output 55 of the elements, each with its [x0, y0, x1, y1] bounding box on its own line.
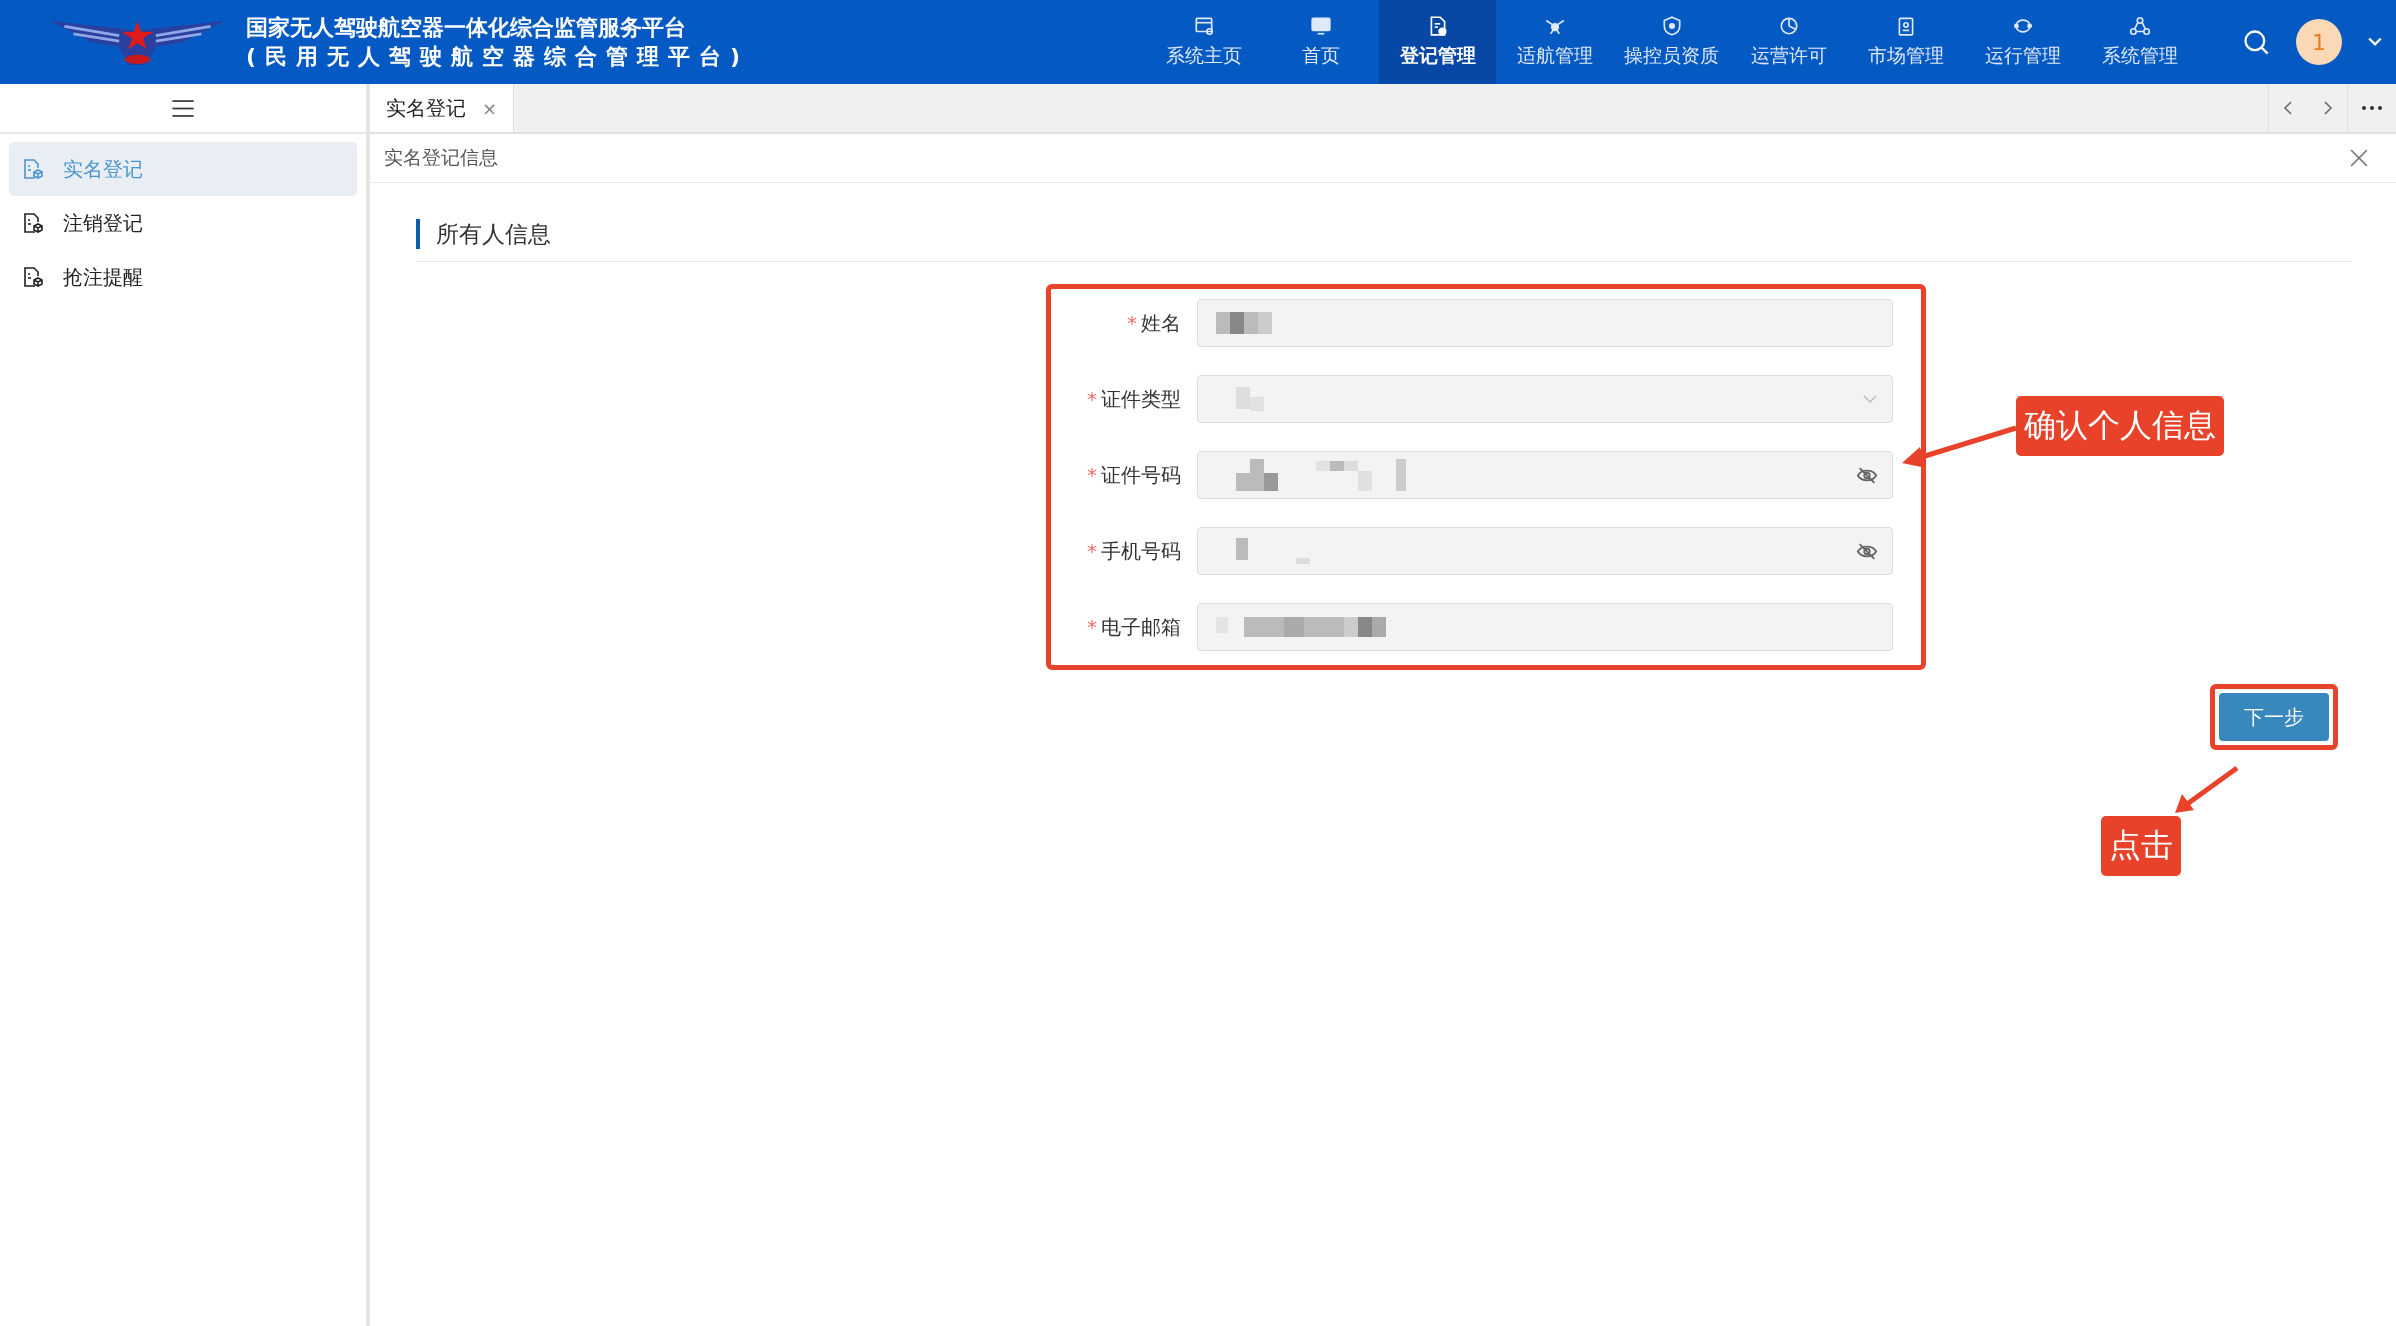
field-label: 手机号码 [1101, 537, 1181, 565]
nav-tab[interactable]: 运营许可 [1730, 0, 1847, 84]
sidebar-item[interactable]: 注销登记 [9, 196, 357, 250]
required-mark: * [1087, 387, 1097, 411]
chevron-left-icon[interactable] [2283, 100, 2293, 116]
platform-subtitle: (民用无人驾驶航空器综合管理平台) [246, 43, 750, 71]
input-field[interactable] [1197, 451, 1893, 499]
close-icon[interactable] [2350, 149, 2368, 167]
input-field[interactable] [1197, 527, 1893, 575]
required-mark: * [1087, 463, 1097, 487]
section-title: 所有人信息 [416, 219, 551, 249]
nav-tab[interactable]: 市场管理 [1847, 0, 1964, 84]
nav-tab[interactable]: 运行管理 [1964, 0, 2081, 84]
field-label: 姓名 [1141, 309, 1181, 337]
next-button[interactable]: 下一步 [2219, 693, 2329, 741]
document-box-icon [21, 211, 45, 235]
shield-icon [1660, 15, 1683, 37]
panel-title: 实名登记信息 [384, 145, 498, 170]
menu-icon[interactable] [172, 99, 194, 117]
nav-tab[interactable]: 登记管理 [1379, 0, 1496, 84]
caret-icon[interactable] [2368, 37, 2382, 47]
nav-tab[interactable]: 操控员资质 [1613, 0, 1730, 84]
nav-tab[interactable]: 系统主页 [1145, 0, 1262, 84]
search-icon[interactable] [2242, 28, 2270, 56]
nav-tab[interactable]: 系统管理 [2081, 0, 2198, 84]
window-icon [1192, 15, 1215, 37]
required-mark: * [1087, 539, 1097, 563]
nav-tab[interactable]: 首页 [1262, 0, 1379, 84]
more-icon[interactable] [2362, 106, 2382, 110]
sidebar-item[interactable]: 实名登记 [9, 142, 357, 196]
page-tab[interactable]: 实名登记 × [370, 84, 515, 132]
callout-label: 点击 [2101, 816, 2181, 876]
redaction-mosaic [1216, 312, 1272, 334]
network-icon [2128, 15, 2151, 37]
arrow [2175, 765, 2239, 813]
eye-slash-icon[interactable] [1856, 542, 1878, 560]
eye-slash-icon[interactable] [1856, 466, 1878, 484]
callout-label: 确认个人信息 [2016, 396, 2224, 456]
platform-title: 国家无人驾驶航空器一体化综合监管服务平台 [246, 14, 687, 42]
required-mark: * [1127, 311, 1137, 335]
select-field[interactable] [1197, 375, 1893, 423]
required-mark: * [1087, 615, 1097, 639]
chevron-down-icon [1862, 394, 1878, 404]
chevron-right-icon[interactable] [2323, 100, 2333, 116]
monitor-icon [1309, 15, 1332, 37]
nav-tab[interactable]: 适航管理 [1496, 0, 1613, 84]
document-box-icon [21, 157, 45, 181]
field-label: 证件号码 [1101, 461, 1181, 489]
sidebar-item[interactable]: 抢注提醒 [9, 250, 357, 304]
close-tab-button[interactable]: × [482, 97, 498, 119]
input-field[interactable] [1197, 299, 1893, 347]
field-label: 证件类型 [1101, 385, 1181, 413]
field-label: 电子邮箱 [1101, 613, 1181, 641]
input-field[interactable] [1197, 603, 1893, 651]
document-box-icon [21, 265, 45, 289]
